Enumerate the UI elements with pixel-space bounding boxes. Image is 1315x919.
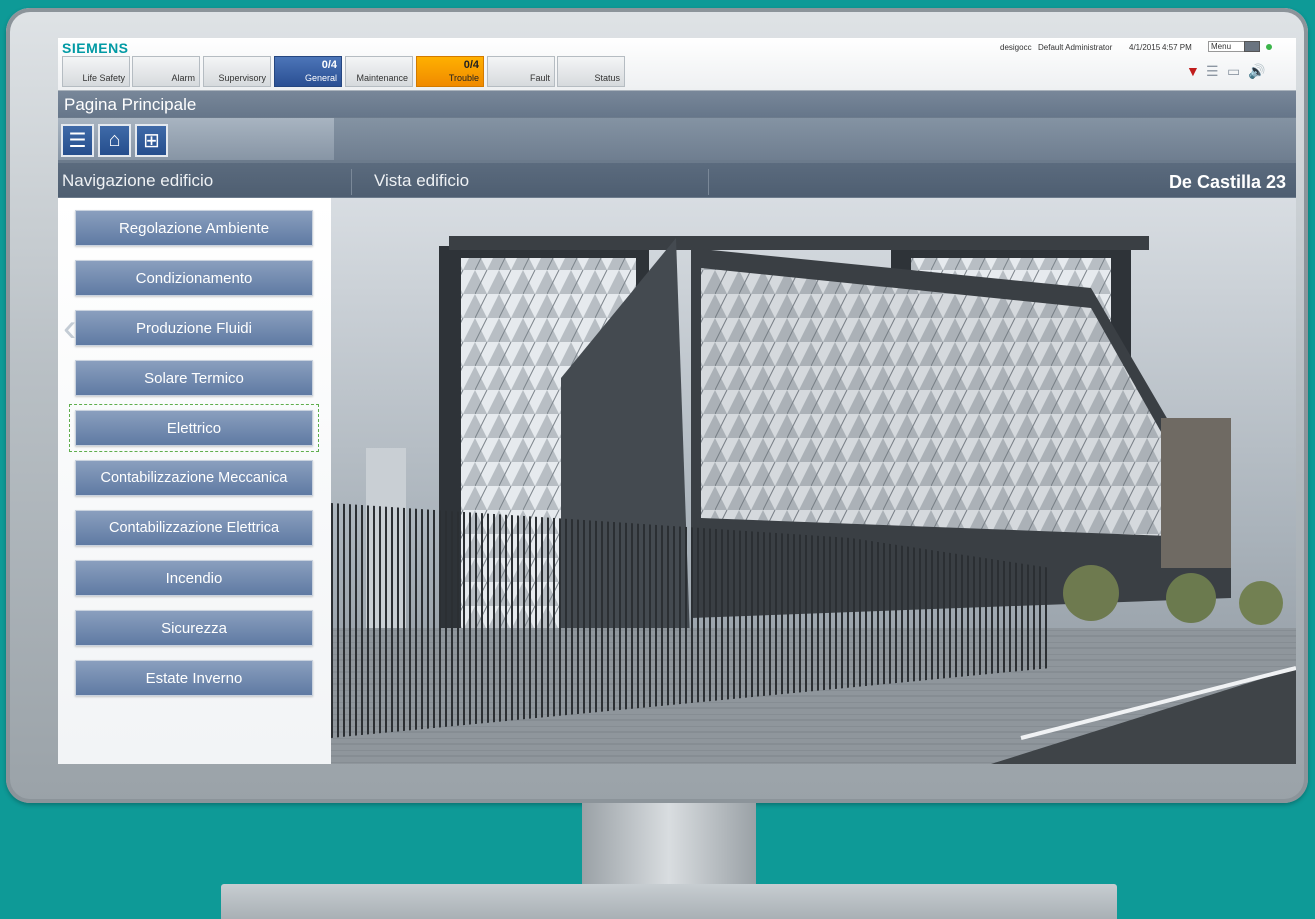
home-icon[interactable]: ⌂ — [98, 124, 131, 157]
category-general[interactable]: 0/4 General — [274, 56, 342, 87]
nav-button-regolazione-ambiente[interactable]: Regolazione Ambiente — [75, 210, 313, 246]
nav-button-estate-inverno[interactable]: Estate Inverno — [75, 660, 313, 696]
category-fault[interactable]: Fault — [487, 56, 555, 87]
filter-icon[interactable]: ▼ — [1186, 63, 1200, 79]
nav-button-incendio[interactable]: Incendio — [75, 560, 313, 596]
category-status[interactable]: Status — [557, 56, 625, 87]
building-image — [331, 198, 1296, 764]
category-label: General — [304, 73, 337, 83]
navigation-section-title: Navigazione edificio — [62, 171, 214, 190]
menu-dropdown-button[interactable] — [1244, 41, 1260, 52]
chevron-left-icon[interactable]: ‹ — [63, 306, 76, 351]
time: 4:57 PM — [1162, 43, 1192, 52]
category-label: Maintenance — [356, 73, 408, 83]
category-label: Supervisory — [218, 73, 266, 83]
icon-toolbar: ☰ ⌂ ⊞ — [58, 118, 1296, 160]
nav-button-contabilizzazione-elettrica[interactable]: Contabilizzazione Elettrica — [75, 510, 313, 546]
top-bar: SIEMENS Life Safety Alarm Supervisory 0/… — [58, 38, 1296, 91]
monitor-stand-neck — [582, 803, 756, 885]
building-name: De Castilla 23 — [1168, 172, 1286, 192]
nav-button-elettrico[interactable]: Elettrico — [69, 404, 319, 452]
category-life-safety[interactable]: Life Safety — [62, 56, 130, 87]
date: 4/1/2015 — [1129, 43, 1161, 52]
section-header: Navigazione edificio Vista edificio De C… — [58, 163, 1296, 197]
building-navigation: Regolazione Ambiente Condizionamento Pro… — [58, 198, 331, 764]
category-label: Life Safety — [82, 73, 125, 83]
category-count: 0/4 — [321, 59, 337, 71]
monitor-stand-base — [221, 884, 1117, 919]
view-section-title: Vista edificio — [374, 171, 470, 190]
nav-button-sicurezza[interactable]: Sicurezza — [75, 610, 313, 646]
user-role: Default Administrator — [1038, 43, 1113, 52]
user-name: desigocc — [1000, 43, 1032, 52]
siemens-logo: SIEMENS — [62, 40, 129, 56]
nav-button-solare-termico[interactable]: Solare Termico — [75, 360, 313, 396]
category-label: Fault — [529, 73, 550, 83]
category-label: Alarm — [171, 73, 195, 83]
hierarchy-icon[interactable]: ⊞ — [135, 124, 168, 157]
category-supervisory[interactable]: Supervisory — [203, 56, 271, 87]
list-icon[interactable]: ☰ — [1206, 63, 1219, 80]
nav-button-contabilizzazione-meccanica[interactable]: Contabilizzazione Meccanica — [75, 460, 313, 496]
category-alarm[interactable]: Alarm — [132, 56, 200, 87]
building-illustration — [331, 198, 1296, 764]
window-icon[interactable]: ▭ — [1227, 63, 1240, 80]
category-label: Trouble — [448, 73, 479, 83]
category-label: Status — [594, 73, 620, 83]
category-maintenance[interactable]: Maintenance — [345, 56, 413, 87]
category-count: 0/4 — [463, 59, 479, 71]
page-title: Pagina Principale — [64, 95, 197, 114]
category-trouble[interactable]: 0/4 Trouble — [416, 56, 484, 87]
screen: SIEMENS Life Safety Alarm Supervisory 0/… — [58, 38, 1296, 764]
nav-button-produzione-fluidi[interactable]: Produzione Fluidi — [75, 310, 313, 346]
status-indicator-icon — [1266, 44, 1272, 50]
nav-button-condizionamento[interactable]: Condizionamento — [75, 260, 313, 296]
page-title-bar: Pagina Principale — [58, 91, 1296, 117]
speaker-icon[interactable]: 🔊 — [1248, 63, 1265, 80]
list-view-icon[interactable]: ☰ — [61, 124, 94, 157]
